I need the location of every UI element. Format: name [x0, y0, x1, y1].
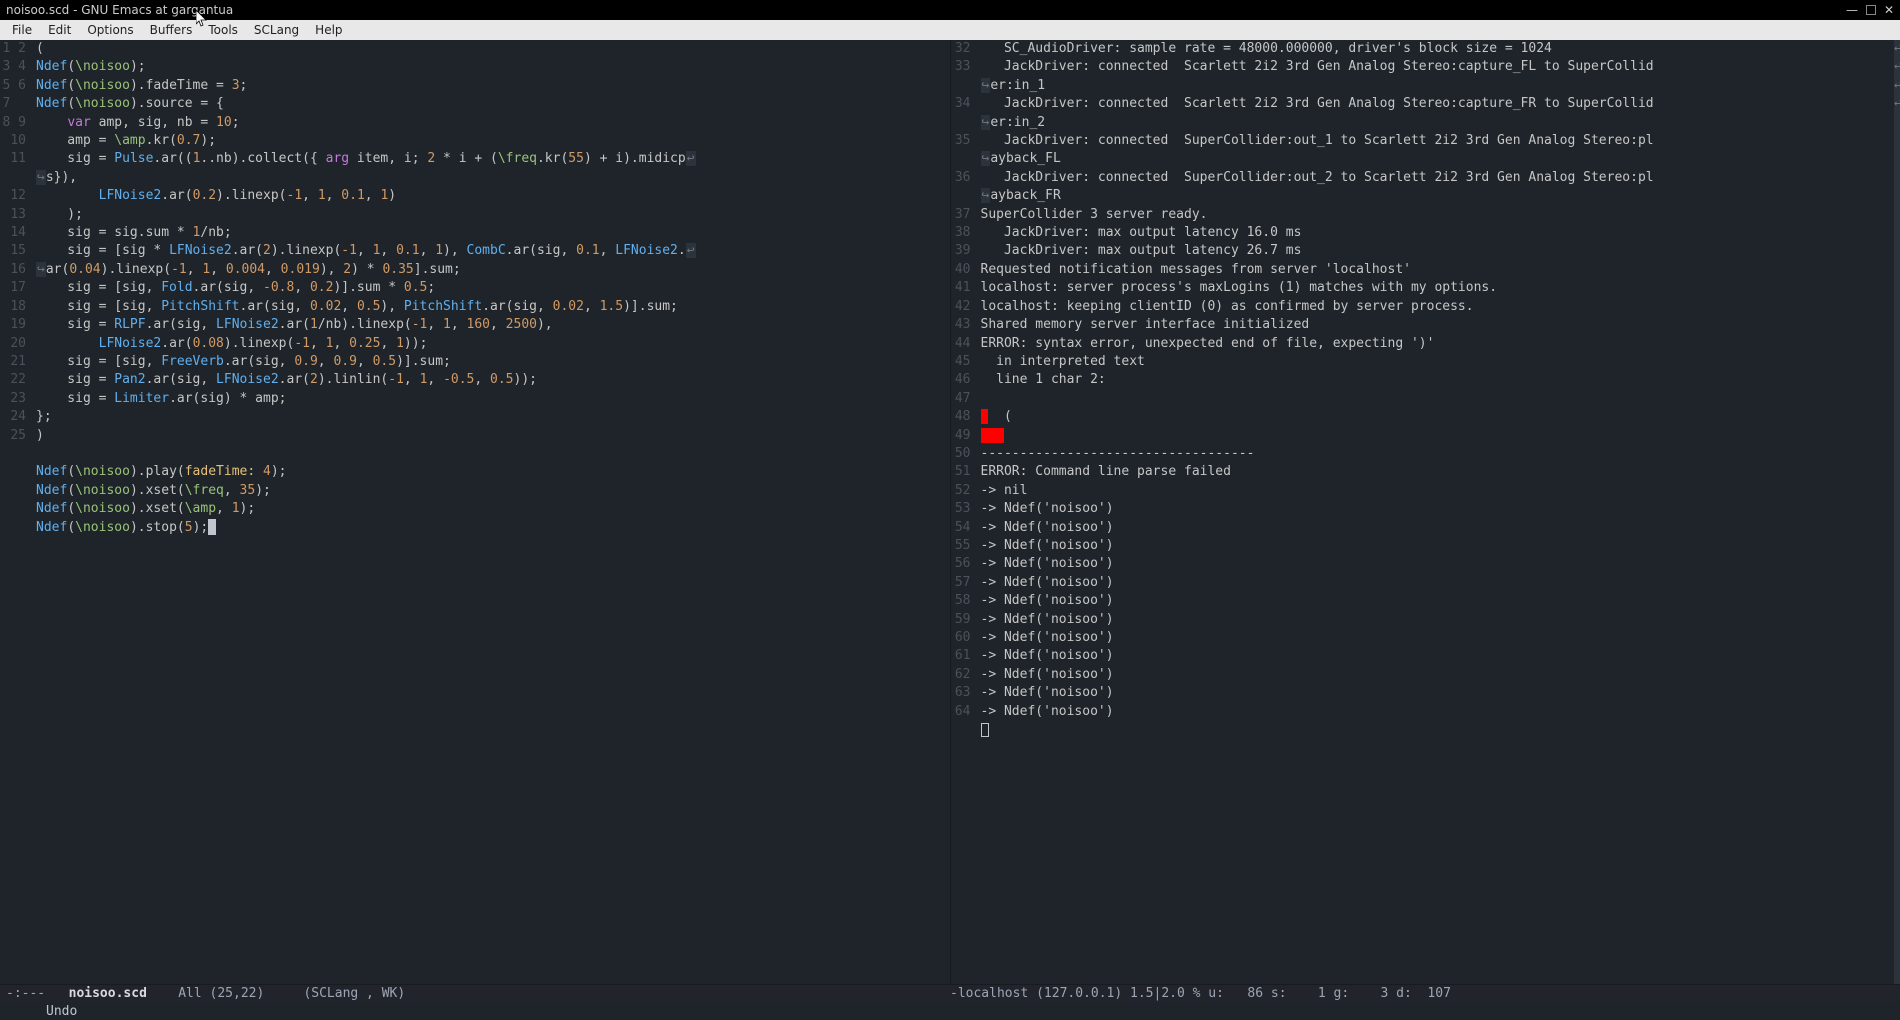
right-code[interactable]: SC_AudioDriver: sample rate = 48000.0000… — [981, 40, 1895, 984]
modeline-buffer-name: noisoo.scd — [69, 986, 147, 1001]
menu-help[interactable]: Help — [307, 21, 350, 39]
left-gutter: 1 2 3 4 5 6 7 8 9 10 11 12 13 14 15 16 1… — [0, 40, 36, 984]
close-icon[interactable]: ✕ — [1884, 3, 1894, 17]
menu-buffers[interactable]: Buffers — [142, 21, 201, 39]
echo-area: Undo — [0, 1002, 1900, 1020]
editor-area: 1 2 3 4 5 6 7 8 9 10 11 12 13 14 15 16 1… — [0, 40, 1900, 984]
modeline-left: -:--- noisoo.scd All (25,22) (SCLang , W… — [6, 986, 950, 1001]
menu-file[interactable]: File — [4, 21, 40, 39]
echo-text: Undo — [6, 1004, 77, 1019]
menu-edit[interactable]: Edit — [40, 21, 79, 39]
right-fringe: ↩ ↩ ↩ ↩ — [1894, 40, 1900, 984]
minimize-icon[interactable]: — — [1846, 3, 1858, 17]
window-title: noisoo.scd - GNU Emacs at gargantua — [6, 3, 233, 17]
menu-tools[interactable]: Tools — [200, 21, 246, 39]
left-code[interactable]: ( Ndef(\noisoo); Ndef(\noisoo).fadeTime … — [36, 40, 950, 984]
left-pane[interactable]: 1 2 3 4 5 6 7 8 9 10 11 12 13 14 15 16 1… — [0, 40, 950, 984]
menubar: File Edit Options Buffers Tools SCLang H… — [0, 20, 1900, 40]
right-pane[interactable]: 32 33 34 35 36 37 38 39 40 41 42 43 44 4… — [950, 40, 1900, 984]
window-titlebar: noisoo.scd - GNU Emacs at gargantua — ✕ — [0, 0, 1900, 20]
menu-sclang[interactable]: SCLang — [246, 21, 307, 39]
menu-options[interactable]: Options — [79, 21, 141, 39]
modeline: -:--- noisoo.scd All (25,22) (SCLang , W… — [0, 984, 1900, 1002]
modeline-right: -localhost (127.0.0.1) 1.5|2.0 % u: 86 s… — [950, 986, 1894, 1001]
maximize-icon[interactable] — [1866, 5, 1876, 15]
right-gutter: 32 33 34 35 36 37 38 39 40 41 42 43 44 4… — [951, 40, 981, 984]
